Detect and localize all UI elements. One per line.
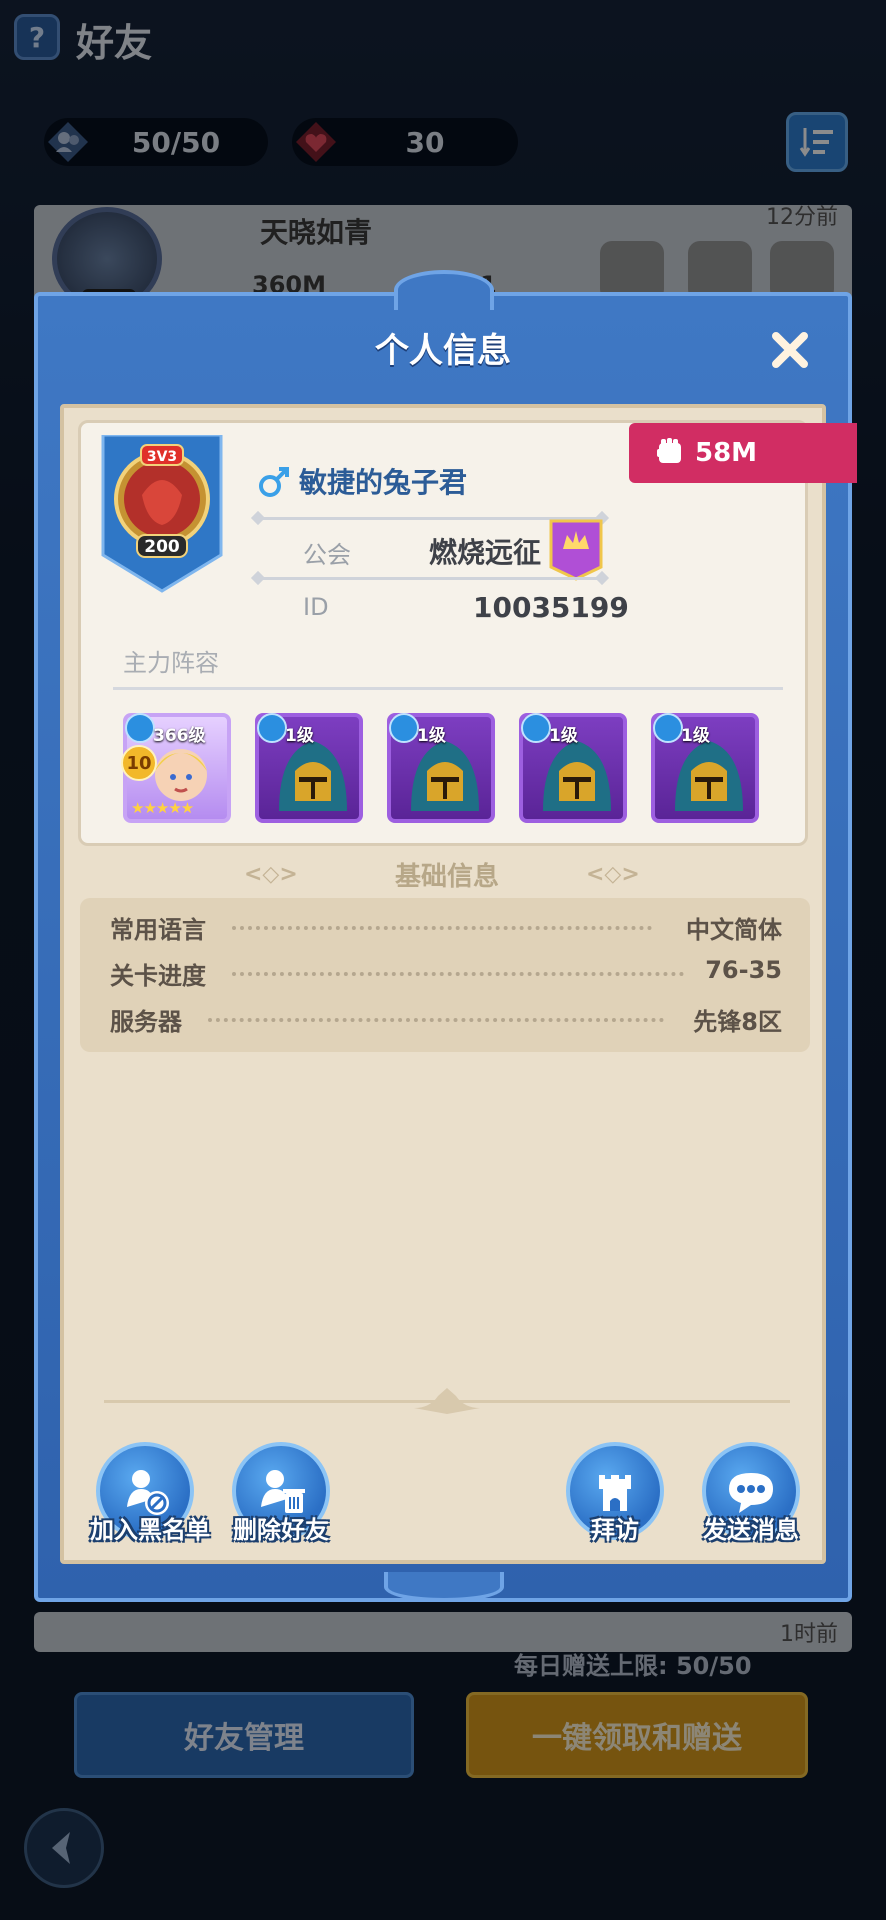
power-value: 58M [695, 438, 758, 468]
hero-rank-badge: 10 [121, 745, 157, 781]
hero-card[interactable]: 1级 [255, 713, 363, 823]
crown-icon [653, 713, 683, 743]
dotted-leader [232, 972, 684, 976]
section-ornament-right: <◇> [586, 862, 640, 887]
divider-ornament [414, 1388, 480, 1414]
player-nickname: 敏捷的兔子君 [299, 466, 468, 499]
info-key: 常用语言 [110, 916, 206, 944]
hero-card[interactable]: 1级 [519, 713, 627, 823]
blacklist-button[interactable]: 加入黑名单 [90, 1442, 210, 1545]
send-message-button[interactable]: 发送消息 [696, 1442, 806, 1545]
avatar-banner[interactable]: 3V3 200 [97, 433, 227, 595]
guild-label: 公会 [303, 541, 351, 569]
dialog-body: 3V3 200 58M 敏捷的兔子君 公会 燃烧远征 ID 10035199 主… [60, 404, 857, 1564]
delete-friend-button[interactable]: 删除好友 [226, 1442, 336, 1545]
hero-card[interactable]: 1级 [387, 713, 495, 823]
info-row-language: 常用语言 中文简体 [80, 904, 810, 950]
hero-level: 1级 [417, 726, 446, 746]
crown-icon [125, 713, 155, 743]
avatar-badge-text: 3V3 [147, 449, 177, 465]
avatar-level: 200 [144, 537, 180, 557]
hero-card[interactable]: 366级 10 ★★★★★ [121, 713, 231, 823]
male-icon [259, 467, 289, 497]
basic-info-title: 基础信息 [394, 862, 499, 892]
crown-icon [257, 713, 287, 743]
delete-friend-label: 删除好友 [233, 1516, 329, 1544]
close-icon[interactable] [766, 326, 814, 374]
lineup-title: 主力阵容 [123, 649, 219, 677]
send-message-label: 发送消息 [703, 1516, 799, 1544]
personal-info-dialog: 个人信息 3V3 200 58M 敏捷的兔子君 公会 燃烧远征 ID 10035… [34, 270, 857, 1602]
crown-icon [389, 713, 419, 743]
player-id: 10035199 [473, 591, 629, 624]
info-key: 服务器 [110, 1008, 182, 1036]
dotted-leader [232, 926, 652, 930]
hero-level: 1级 [549, 726, 578, 746]
hero-level: 366级 [153, 726, 206, 746]
profile-card: 3V3 200 58M 敏捷的兔子君 公会 燃烧远征 ID 10035199 主… [78, 420, 857, 846]
basic-info-table: 常用语言 中文简体 关卡进度 76-35 服务器 先锋8区 [80, 898, 810, 1052]
divider [257, 577, 603, 580]
dotted-leader [208, 1018, 664, 1022]
info-row-stage-progress: 关卡进度 76-35 [80, 950, 810, 996]
dialog-bottom-ornament [384, 1572, 504, 1602]
divider [113, 687, 783, 690]
info-value: 先锋8区 [693, 1008, 782, 1036]
guild-emblem-icon[interactable] [549, 519, 603, 581]
id-label: ID [303, 593, 329, 621]
info-row-server: 服务器 先锋8区 [80, 996, 810, 1042]
hero-level: 1级 [285, 726, 314, 746]
dialog-title: 个人信息 [375, 330, 511, 371]
visit-label: 拜访 [591, 1516, 639, 1544]
crown-icon [521, 713, 551, 743]
visit-button[interactable]: 拜访 [560, 1442, 670, 1545]
guild-name: 燃烧远征 [429, 536, 542, 569]
power-tag: 58M [629, 423, 857, 483]
info-value: 76-35 [705, 956, 782, 984]
info-value: 中文简体 [686, 916, 782, 944]
fist-icon [657, 438, 681, 463]
dialog-header: 个人信息 [34, 292, 852, 402]
hero-level: 1级 [681, 726, 710, 746]
info-key: 关卡进度 [110, 962, 206, 990]
hero-stars: ★★★★★ [131, 799, 194, 817]
hero-card[interactable]: 1级 [651, 713, 759, 823]
blacklist-label: 加入黑名单 [90, 1516, 210, 1544]
